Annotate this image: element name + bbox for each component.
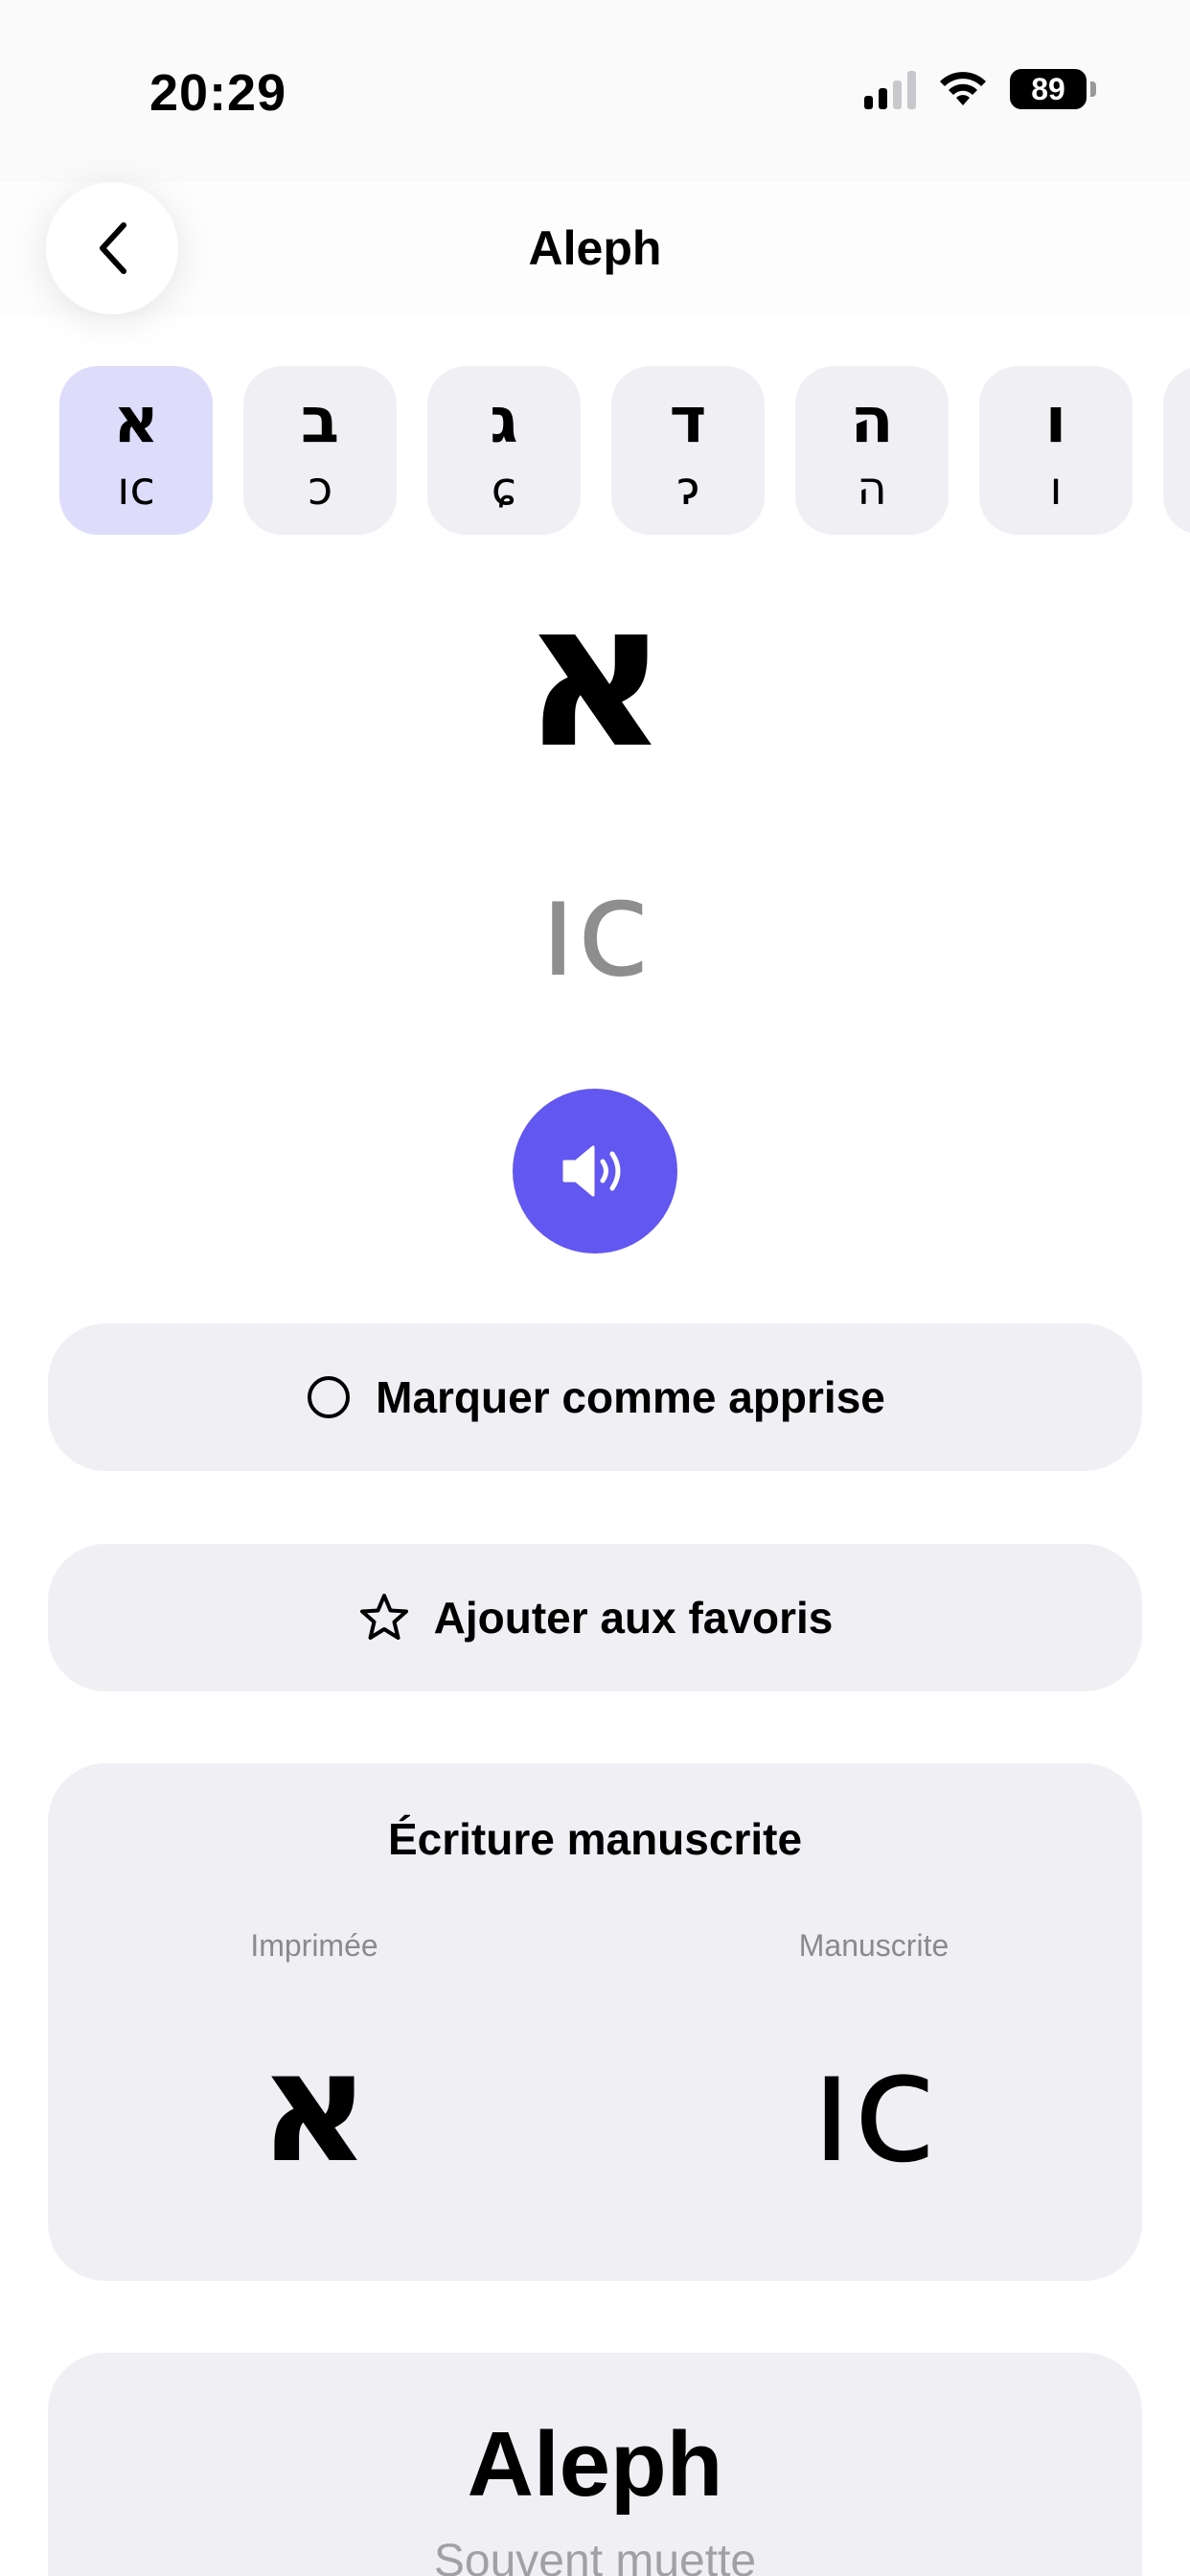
add-favorite-button[interactable]: Ajouter aux favoris [48,1544,1142,1691]
printed-glyph: א [258,2017,371,2196]
letter-chip[interactable]: ד ɂ [611,366,765,535]
letter-name: Aleph [467,2413,723,2516]
add-favorite-label: Ajouter aux favoris [433,1593,834,1643]
speaker-icon [562,1145,621,1197]
nav-bar: Aleph [0,182,1190,316]
letter-chip[interactable]: ו ı [979,366,1133,535]
letter-name-card: Aleph Souvent muette [48,2353,1142,2576]
printed-label: Imprimée [250,1928,378,1963]
status-indicators: 89 [864,69,1096,109]
hero-printed-letter: א [521,558,669,793]
chip-printed-letter: ו [1044,383,1067,457]
script-column: Manuscrite ıc [692,1928,1056,2184]
letter-carousel[interactable]: א ıc ב ɔ ג ɕ ד ɂ ה ה ו ı [59,366,1190,535]
mark-learned-button[interactable]: Marquer comme apprise [48,1323,1142,1471]
wifi-icon [940,72,986,105]
handwriting-title: Écriture manuscrite [387,1814,803,1864]
chip-script-letter: ɔ [307,462,333,516]
script-label: Manuscrite [798,1928,950,1963]
letter-note: Souvent muette [433,2536,757,2576]
mark-learned-label: Marquer comme apprise [376,1372,885,1422]
chip-printed-letter: ג [490,383,518,457]
star-icon [359,1594,408,1640]
circle-icon [308,1376,351,1418]
letter-chip[interactable]: ג ɕ [427,366,581,535]
letter-chip[interactable]: ב ɔ [243,366,397,535]
chip-printed-letter: א [112,383,160,457]
chip-script-letter: ה [857,462,887,516]
chip-printed-letter: ד [669,383,707,457]
script-glyph: ıc [810,2017,938,2196]
chip-script-letter: ɂ [676,462,699,516]
status-time: 20:29 [149,64,287,122]
printed-column: Imprimée א [132,1928,496,2184]
letter-chip-partial[interactable] [1163,366,1190,535]
handwriting-card: Écriture manuscrite Imprimée א Manuscrit… [48,1763,1142,2281]
chip-script-letter: ı [1049,462,1063,516]
cellular-signal-icon [864,69,916,109]
page-title: Aleph [528,221,662,275]
letter-chip[interactable]: א ıc [59,366,213,535]
hero-script-letter: ıc [539,851,651,1007]
letter-detail-screen: 20:29 89 Aleph א ıc ב ɔ ג ɕ ד ɂ ה ה ו ı … [0,0,1190,2576]
letter-chip[interactable]: ה ה [795,366,949,535]
status-bar: 20:29 89 [0,0,1190,182]
chip-printed-letter: ה [850,383,894,457]
chip-printed-letter: ב [300,383,340,457]
chip-script-letter: ɕ [491,462,517,516]
play-sound-button[interactable] [513,1089,677,1254]
chip-script-letter: ıc [117,462,155,516]
battery-icon: 89 [1010,69,1096,109]
